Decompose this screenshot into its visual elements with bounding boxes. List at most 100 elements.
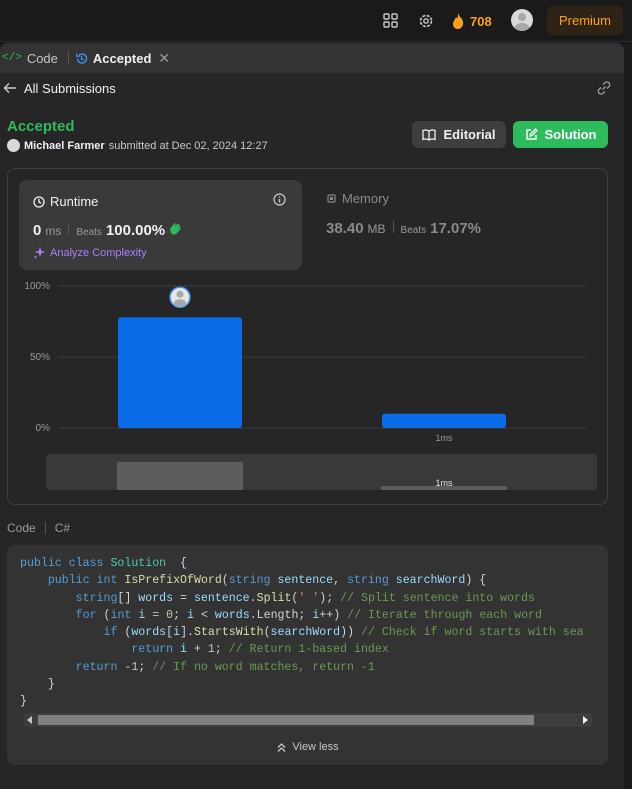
- tab-accepted[interactable]: Accepted ✕: [75, 43, 174, 73]
- analyze-complexity-link[interactable]: Analyze Complexity: [33, 246, 147, 259]
- runtime-title-label: Runtime: [50, 194, 99, 209]
- info-icon[interactable]: [273, 193, 286, 206]
- bar: [382, 413, 506, 428]
- tab-bar: </> Code Accepted ✕: [0, 43, 624, 73]
- runtime-beats-value: 100.00%: [105, 222, 166, 239]
- scroll-left-icon[interactable]: [27, 716, 32, 724]
- memory-panel[interactable]: Memory 38.40 MB Beats 17.07%: [326, 191, 481, 237]
- code-token: return: [131, 643, 181, 657]
- horizontal-scrollbar[interactable]: [24, 713, 592, 727]
- view-less-button[interactable]: View less: [7, 741, 608, 753]
- divider: [44, 522, 46, 534]
- back-label: All Submissions: [24, 80, 116, 96]
- clock-icon: [33, 195, 45, 208]
- code-line: return -1; // If no word matches, return…: [20, 659, 584, 676]
- y-tick-label: 50%: [30, 352, 50, 363]
- scroll-right-icon[interactable]: [583, 716, 588, 724]
- code-line: string[] words = sentence.Split(' '); //…: [20, 590, 584, 607]
- avatar-head: [176, 290, 184, 298]
- solution-label: Solution: [544, 127, 597, 142]
- runtime-beats-label: Beats: [76, 227, 102, 238]
- code-token: // Split sentence into words: [340, 591, 535, 605]
- code-token: {: [166, 557, 187, 570]
- scrollbar-thumb[interactable]: [38, 715, 534, 725]
- code-token: words: [214, 608, 250, 622]
- user-avatar[interactable]: [511, 9, 533, 31]
- back-to-submissions[interactable]: All Submissions: [0, 78, 116, 98]
- gear-icon[interactable]: [418, 13, 434, 29]
- chip-icon: [327, 194, 336, 203]
- code-token: .Length;: [249, 608, 313, 622]
- code-token: = 0: [145, 608, 174, 622]
- code-token: StartsWith: [194, 626, 264, 640]
- code-token: (: [263, 626, 271, 640]
- history-icon: [75, 52, 88, 64]
- code-token: (: [221, 574, 229, 588]
- submission-panel: </> Code Accepted ✕ All Submissions Acce…: [0, 43, 624, 789]
- code-token: ;: [173, 608, 188, 622]
- submitted-time: submitted at Dec 02, 2024 12:27: [108, 139, 268, 152]
- memory-title: Memory: [326, 191, 389, 206]
- premium-button[interactable]: Premium: [547, 6, 623, 35]
- code-token: int: [96, 574, 125, 588]
- code-token: int: [110, 608, 139, 622]
- chevrons-up-icon: [277, 742, 286, 752]
- code-token: searchWord: [395, 574, 466, 588]
- code-token: public: [20, 557, 69, 570]
- code-token: .: [249, 591, 257, 605]
- code-token: for: [75, 608, 104, 622]
- runtime-unit: ms: [45, 224, 62, 238]
- code-token: if: [103, 626, 125, 640]
- code-token: 1: [207, 643, 215, 657]
- editorial-label: Editorial: [443, 127, 496, 142]
- close-icon[interactable]: ✕: [158, 50, 170, 67]
- author-name[interactable]: Michael Farmer: [24, 140, 105, 152]
- code-token: string: [228, 574, 278, 588]
- code-token: // Iterate through each word: [347, 608, 542, 622]
- code-token: );: [319, 591, 341, 605]
- code-token: <: [194, 608, 215, 622]
- code-line: if (words[i].StartsWith(searchWord)) // …: [20, 624, 584, 641]
- divider: [68, 223, 70, 235]
- performance-card: Runtime 0 ms Beats 100.00% Analyze Compl…: [7, 168, 608, 505]
- bar: [118, 317, 242, 428]
- code-line: for (int i = 0; i < words.Length; i++) /…: [20, 607, 584, 624]
- code-token: i: [187, 608, 195, 622]
- code-token: ) {: [465, 574, 487, 588]
- runtime-distribution-chart: 100% 50% 0% 1ms 1ms: [24, 281, 597, 490]
- memory-value: 38.40: [326, 220, 364, 237]
- code-token: Split: [256, 591, 292, 605]
- code-line: }: [20, 676, 584, 693]
- apps-grid-icon[interactable]: [383, 13, 398, 28]
- code-header: Code C#: [7, 521, 70, 535]
- code-line: public int IsPrefixOfWord(string sentenc…: [20, 572, 584, 589]
- editorial-button[interactable]: Editorial: [412, 121, 506, 148]
- code-token: string: [347, 574, 396, 588]
- code-token: IsPrefixOfWord: [124, 574, 222, 588]
- code-token: Solution: [110, 557, 167, 570]
- submission-status: Accepted: [7, 118, 75, 135]
- arrow-left-icon: [3, 82, 16, 94]
- navigator-bar: [117, 461, 243, 490]
- solution-button[interactable]: Solution: [513, 121, 608, 148]
- tab-accepted-label: Accepted: [92, 50, 152, 66]
- link-icon[interactable]: [596, 81, 612, 95]
- streak-count: 708: [470, 13, 492, 29]
- view-less-label: View less: [292, 741, 339, 753]
- y-tick-label: 0%: [36, 423, 51, 434]
- code-token: words: [131, 626, 167, 640]
- code-token: return: [75, 660, 125, 674]
- code-token: =: [173, 591, 194, 605]
- analyze-label: Analyze Complexity: [50, 246, 147, 259]
- submission-meta: Michael Farmer submitted at Dec 02, 2024…: [7, 139, 268, 152]
- runtime-panel[interactable]: Runtime 0 ms Beats 100.00% Analyze Compl…: [19, 180, 302, 270]
- edit-icon: [525, 128, 538, 140]
- tab-code[interactable]: </> Code: [0, 43, 62, 73]
- code-token: }: [20, 678, 55, 692]
- streak-counter[interactable]: 708: [452, 12, 492, 30]
- code-content[interactable]: public class Solution { public int IsPre…: [20, 555, 584, 711]
- code-token: ' ': [298, 591, 320, 605]
- book-icon: [422, 128, 437, 141]
